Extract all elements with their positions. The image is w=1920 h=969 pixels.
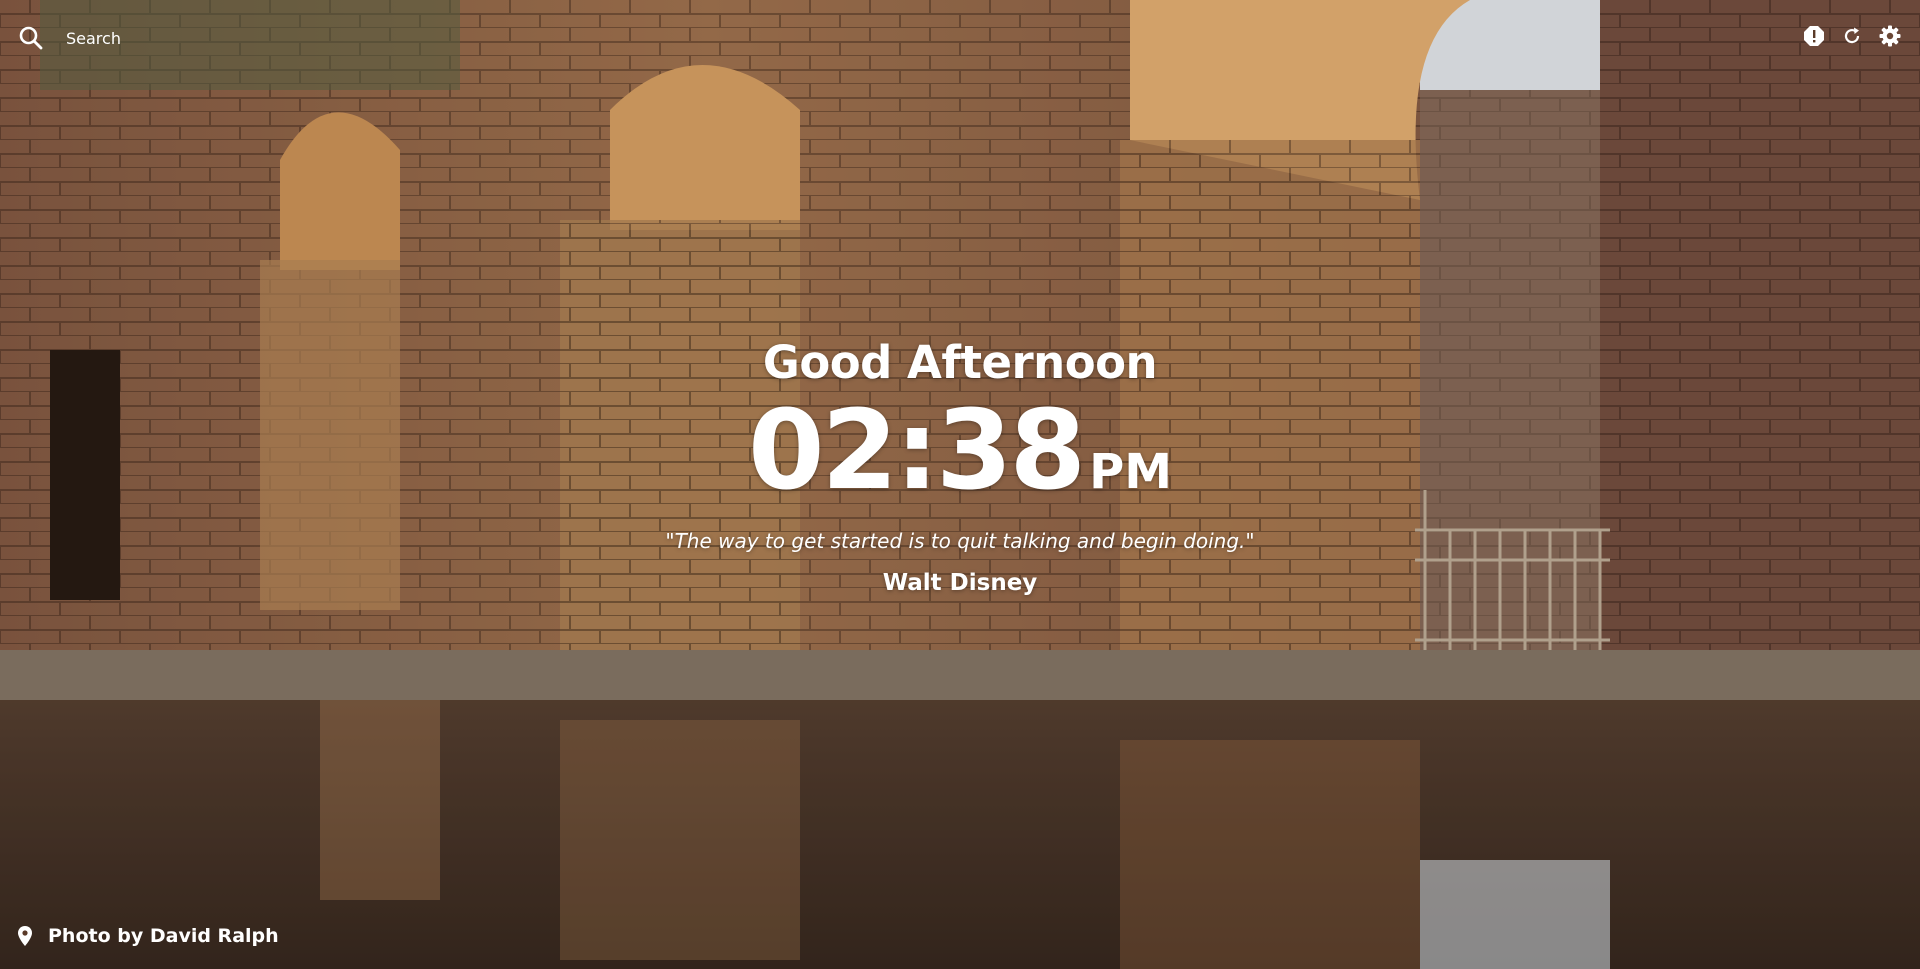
greeting-text: Good Afternoon — [762, 336, 1158, 389]
quote-text: "The way to get started is to quit talki… — [665, 529, 1255, 553]
refresh-icon — [1844, 27, 1860, 44]
alert-icon — [1804, 26, 1824, 46]
search-icon[interactable] — [18, 25, 44, 51]
quote-author: Walt Disney — [882, 570, 1038, 596]
top-right-toolbar — [1802, 24, 1902, 48]
clock: 02:38 PM — [0, 394, 1920, 506]
center-panel: Good Afternoon 02:38 PM "The way to get … — [0, 336, 1920, 598]
photo-credit[interactable]: Photo by David Ralph — [18, 925, 279, 947]
settings-button[interactable] — [1878, 24, 1902, 48]
alert-button[interactable] — [1802, 24, 1826, 48]
settings-icon — [1879, 25, 1901, 47]
clock-ampm: PM — [1089, 444, 1173, 500]
search-bar[interactable] — [18, 22, 286, 54]
new-tab-page: Good Afternoon 02:38 PM "The way to get … — [0, 0, 1920, 969]
photo-credit-text[interactable]: Photo by David Ralph — [48, 925, 279, 947]
location-pin-icon — [18, 926, 32, 946]
refresh-button[interactable] — [1840, 24, 1864, 48]
clock-time: 02:38 — [747, 386, 1086, 514]
search-input[interactable] — [66, 28, 286, 48]
